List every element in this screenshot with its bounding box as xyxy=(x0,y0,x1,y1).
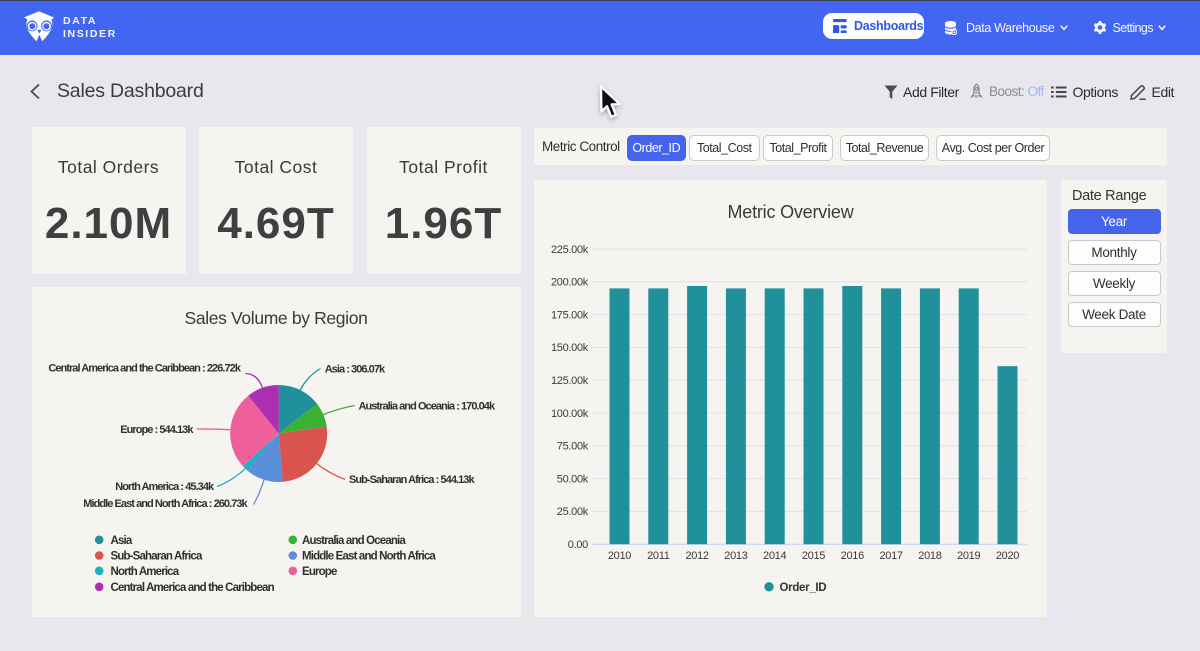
svg-text:Asia : 306.07k: Asia : 306.07k xyxy=(324,363,385,375)
svg-text:Central America and the Caribb: Central America and the Caribbean xyxy=(110,581,274,593)
svg-text:175.00k: 175.00k xyxy=(551,309,589,321)
svg-text:2012: 2012 xyxy=(685,550,708,562)
svg-text:2011: 2011 xyxy=(647,550,670,562)
svg-text:2018: 2018 xyxy=(918,550,941,562)
svg-text:Europe: Europe xyxy=(302,565,337,577)
svg-text:50.00k: 50.00k xyxy=(557,473,589,485)
svg-text:125.00k: 125.00k xyxy=(551,375,589,387)
svg-text:2013: 2013 xyxy=(724,550,747,562)
svg-text:Australia and Oceania : 170.04: Australia and Oceania : 170.04k xyxy=(358,400,495,412)
svg-text:2014: 2014 xyxy=(763,550,786,562)
svg-text:Sub-Saharan Africa : 544.13k: Sub-Saharan Africa : 544.13k xyxy=(349,474,475,486)
svg-text:2016: 2016 xyxy=(841,550,864,562)
svg-text:0.00: 0.00 xyxy=(568,539,588,551)
svg-text:75.00k: 75.00k xyxy=(557,440,589,452)
svg-text:Central America and the Caribb: Central America and the Caribbean : 226.… xyxy=(48,362,241,374)
svg-text:Sub-Saharan Africa: Sub-Saharan Africa xyxy=(110,550,202,562)
svg-text:2019: 2019 xyxy=(957,550,980,562)
svg-text:North America : 45.34k: North America : 45.34k xyxy=(115,481,215,493)
svg-text:Asia: Asia xyxy=(110,534,132,546)
svg-text:North America: North America xyxy=(110,565,179,577)
svg-text:Europe : 544.13k: Europe : 544.13k xyxy=(120,424,194,436)
svg-text:Middle East and North Africa :: Middle East and North Africa : 260.73k xyxy=(83,498,248,510)
svg-text:Australia and Oceania: Australia and Oceania xyxy=(302,534,406,546)
svg-text:150.00k: 150.00k xyxy=(551,342,589,354)
svg-text:2020: 2020 xyxy=(996,550,1019,562)
svg-text:2010: 2010 xyxy=(608,550,631,562)
svg-text:25.00k: 25.00k xyxy=(557,506,589,518)
svg-text:200.00k: 200.00k xyxy=(551,276,589,288)
svg-text:225.00k: 225.00k xyxy=(551,243,589,255)
svg-text:2015: 2015 xyxy=(802,550,825,562)
svg-text:100.00k: 100.00k xyxy=(551,407,589,419)
svg-text:Order_ID: Order_ID xyxy=(780,582,827,594)
svg-text:Middle East and North Africa: Middle East and North Africa xyxy=(302,550,436,562)
svg-text:2017: 2017 xyxy=(879,550,902,562)
